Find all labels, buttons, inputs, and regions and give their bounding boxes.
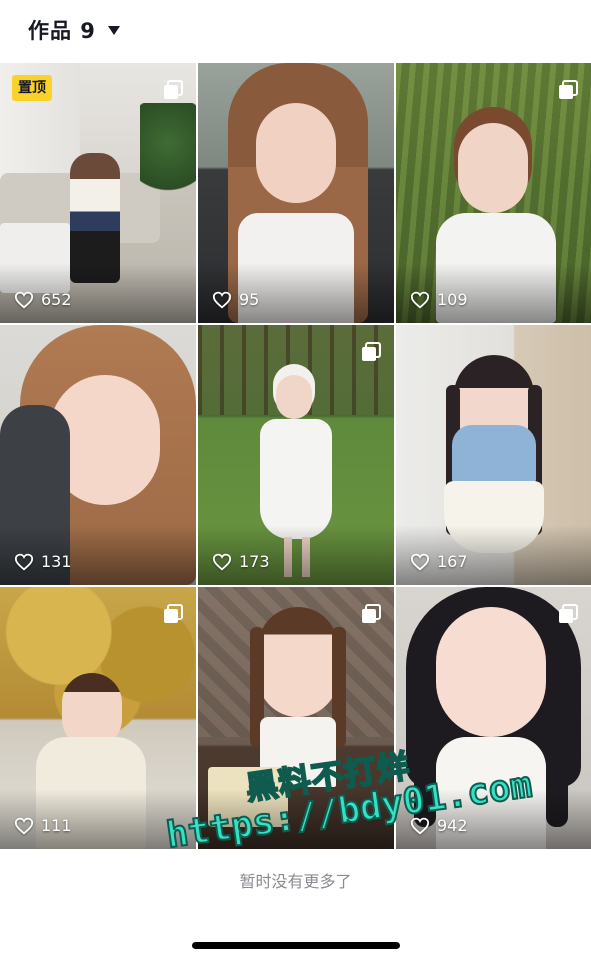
multi-image-icon <box>362 342 381 361</box>
heart-icon <box>14 553 34 571</box>
like-count: 173 <box>212 552 270 571</box>
caret-down-icon[interactable] <box>108 26 120 35</box>
video-tile[interactable]: 置顶 652 <box>0 63 196 323</box>
like-count-value: 109 <box>437 290 468 309</box>
works-grid: 置顶 652 95 109 131 173 167 111 942 <box>0 63 591 849</box>
home-indicator[interactable] <box>192 942 400 949</box>
end-of-list-text: 暂时没有更多了 <box>239 872 352 891</box>
like-count: 111 <box>14 816 72 835</box>
like-count-value: 131 <box>41 552 72 571</box>
multi-image-icon <box>164 80 183 99</box>
like-count-value: 167 <box>437 552 468 571</box>
video-tile[interactable]: 942 <box>396 587 591 849</box>
multi-image-icon <box>559 80 578 99</box>
works-tab-title[interactable]: 作品 9 <box>28 15 96 45</box>
like-count: 95 <box>212 290 259 309</box>
like-count: 942 <box>410 816 468 835</box>
heart-icon <box>410 291 430 309</box>
video-tile[interactable]: 111 <box>0 587 196 849</box>
like-count-value: 942 <box>437 816 468 835</box>
heart-icon <box>14 817 34 835</box>
like-count-value: 95 <box>239 290 260 309</box>
like-count-value: 652 <box>41 290 72 309</box>
like-count-value: 173 <box>239 552 270 571</box>
multi-image-icon <box>164 604 183 623</box>
video-tile[interactable]: 167 <box>396 325 591 585</box>
heart-icon <box>212 553 232 571</box>
heart-icon <box>410 817 430 835</box>
video-tile[interactable] <box>198 587 394 849</box>
heart-icon <box>410 553 430 571</box>
like-count-value: 111 <box>41 816 72 835</box>
video-tile[interactable]: 109 <box>396 63 591 323</box>
heart-icon <box>212 291 232 309</box>
works-header: 作品 9 <box>0 0 591 62</box>
video-tile[interactable]: 131 <box>0 325 196 585</box>
multi-image-icon <box>362 604 381 623</box>
like-count: 167 <box>410 552 468 571</box>
video-tile[interactable]: 95 <box>198 63 394 323</box>
like-count: 109 <box>410 290 468 309</box>
like-count: 652 <box>14 290 72 309</box>
like-count: 131 <box>14 552 72 571</box>
video-tile[interactable]: 173 <box>198 325 394 585</box>
multi-image-icon <box>559 604 578 623</box>
heart-icon <box>14 291 34 309</box>
pinned-badge: 置顶 <box>12 75 52 101</box>
